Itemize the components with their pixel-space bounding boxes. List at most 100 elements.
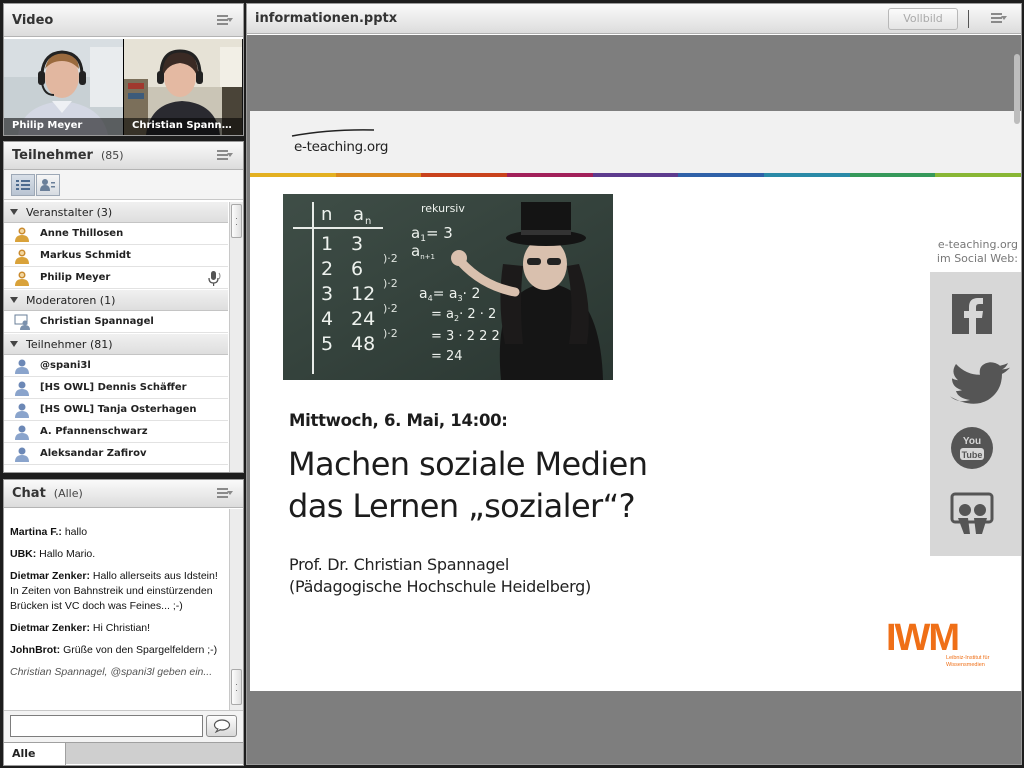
- group-header-presenters[interactable]: Moderatoren (1): [4, 289, 228, 311]
- color-bar-segment: [507, 173, 593, 177]
- camera-philip-meyer[interactable]: Philip Meyer: [4, 39, 123, 135]
- pod-menu-icon[interactable]: [991, 13, 1007, 25]
- attendee-row[interactable]: Markus Schmidt: [4, 245, 228, 267]
- attendee-list: Veranstalter (3) Anne Thillosen Markus S…: [4, 201, 228, 472]
- collapse-triangle-icon: [10, 297, 18, 303]
- facebook-icon[interactable]: [952, 294, 992, 334]
- video-pod-title: Video: [12, 12, 54, 28]
- chat-scrollbar[interactable]: [229, 509, 243, 710]
- pod-menu-icon[interactable]: [217, 150, 233, 162]
- attendee-name: Philip Meyer: [40, 272, 111, 283]
- board-formula: = a2· 2 · 2: [431, 307, 496, 323]
- color-bar-segment: [849, 173, 936, 177]
- collapse-triangle-icon: [10, 341, 18, 347]
- camera-name-label: Christian Spanna...: [124, 118, 242, 135]
- attendees-pod-title: Teilnehmer: [12, 148, 93, 163]
- attendee-row[interactable]: Anne Thillosen: [4, 223, 228, 245]
- color-bar-segment: [421, 173, 508, 177]
- attendee-row[interactable]: [HS OWL] Dennis Schäffer: [4, 377, 228, 399]
- group-header-hosts[interactable]: Veranstalter (3): [4, 201, 228, 223]
- slideshare-icon[interactable]: [950, 492, 994, 534]
- color-bar-segment: [592, 173, 679, 177]
- board-n-value: 1: [321, 233, 333, 255]
- attendee-row[interactable]: Philip Meyer: [4, 267, 228, 289]
- iwm-logo-image: IWM Leibniz-Institut für Wissensmedien: [886, 617, 990, 668]
- list-view-button[interactable]: [11, 173, 35, 196]
- board-ratio: )·2: [383, 277, 398, 290]
- chat-message-input[interactable]: [10, 715, 203, 737]
- svg-text:Tube: Tube: [962, 450, 983, 460]
- twitter-icon[interactable]: [950, 362, 1010, 404]
- participant-user-icon: [14, 446, 30, 462]
- scrollbar-thumb[interactable]: [231, 669, 242, 705]
- attendee-row[interactable]: A. Pfannenschwarz: [4, 421, 228, 443]
- group-header-participants[interactable]: Teilnehmer (81): [4, 333, 228, 355]
- board-header-a: a: [353, 204, 364, 225]
- chat-message: JohnBrot: Grüße von den Spargelfeldern ;…: [10, 643, 222, 658]
- chat-text: Hi Christian!: [92, 622, 151, 634]
- social-icons-column: You Tube: [930, 272, 1021, 556]
- video-area: Philip Meyer Christian Spanna...: [4, 39, 243, 135]
- swoosh-logo-icon: [291, 129, 375, 137]
- slide-date: Mittwoch, 6. Mai, 14:00:: [289, 411, 508, 430]
- color-bar-segment: [935, 173, 1021, 177]
- adobe-connect-meeting: Video Philip Meyer Christian Spanna... T…: [0, 0, 1024, 768]
- scrollbar-thumb[interactable]: [231, 204, 242, 238]
- social-label-line: im Social Web:: [936, 252, 1018, 265]
- board-a-value: 3: [351, 233, 363, 255]
- person-view-icon: [40, 178, 55, 191]
- slide-title-line: Machen soziale Medien: [288, 445, 648, 483]
- attendee-name: Aleksandar Zafirov: [40, 448, 147, 459]
- camera-christian-spannagel[interactable]: Christian Spanna...: [123, 39, 242, 135]
- formula-part: n+1: [420, 253, 435, 261]
- board-formula: = 24: [431, 349, 463, 364]
- detail-view-button[interactable]: [36, 173, 60, 196]
- formula-part: = a: [431, 307, 454, 322]
- share-scrollbar[interactable]: [1014, 54, 1020, 124]
- color-bar-segment: [250, 173, 336, 177]
- board-label: rekursiv: [421, 202, 465, 215]
- speaker-name: Prof. Dr. Christian Spannagel: [289, 555, 509, 574]
- host-user-icon: [14, 226, 30, 242]
- board-n-value: 4: [321, 308, 333, 330]
- formula-part: = 3: [426, 224, 453, 242]
- pod-menu-icon[interactable]: [217, 488, 233, 500]
- attendee-row[interactable]: Christian Spannagel: [4, 311, 228, 333]
- fullscreen-button[interactable]: Vollbild: [888, 8, 958, 30]
- chalkboard-image: n a n 1 3)·22 6)·23 12)·24 24)·25 48 rekursiv…: [283, 194, 613, 380]
- send-message-button[interactable]: [206, 715, 237, 737]
- slide-color-bar: [250, 173, 1021, 177]
- iwm-subtitle: Wissensmedien: [946, 662, 985, 668]
- chat-text: hallo: [64, 526, 88, 538]
- formula-part: · 2 · 2: [459, 307, 496, 322]
- color-bar-segment: [678, 173, 765, 177]
- board-ratio: )·2: [383, 327, 398, 340]
- chat-messages: Martina F.: hallo UBK: Hallo Mario. Diet…: [4, 509, 228, 709]
- attendee-row[interactable]: [HS OWL] Tanja Osterhagen: [4, 399, 228, 421]
- youtube-icon[interactable]: You Tube: [951, 427, 993, 469]
- chat-tab-bar: Alle: [4, 742, 243, 765]
- header-divider: [968, 10, 969, 28]
- svg-text:You: You: [963, 436, 981, 447]
- pod-menu-icon[interactable]: [217, 15, 233, 27]
- attendee-row[interactable]: Aleksandar Zafirov: [4, 443, 228, 465]
- board-header-n: n: [321, 204, 332, 225]
- chat-scope: (Alle): [53, 487, 83, 500]
- chat-author: Dietmar Zenker:: [10, 570, 90, 582]
- chat-tab-everyone[interactable]: Alle: [4, 743, 66, 765]
- board-a-value: 6: [351, 258, 363, 280]
- presenter-user-icon: [14, 314, 30, 330]
- chat-input-row: [4, 710, 243, 742]
- attendees-pod-header: Teilnehmer (85): [4, 142, 243, 170]
- attendee-list-scrollbar[interactable]: [229, 202, 243, 472]
- chat-message: UBK: Hallo Mario.: [10, 547, 222, 562]
- video-pod-header: Video: [4, 4, 243, 37]
- formula-part: a: [419, 286, 428, 302]
- iwm-subtitle: Leibniz-Institut für: [946, 655, 990, 661]
- iwm-logo: IWM Leibniz-Institut für Wissensmedien: [886, 617, 1016, 673]
- participant-user-icon: [14, 380, 30, 396]
- chat-message: Dietmar Zenker: Hi Christian!: [10, 621, 222, 636]
- board-formula: = 3 · 2 2 2: [431, 329, 500, 344]
- e-teaching-logo: e-teaching.org: [294, 139, 389, 155]
- attendee-row[interactable]: @spani3l: [4, 355, 228, 377]
